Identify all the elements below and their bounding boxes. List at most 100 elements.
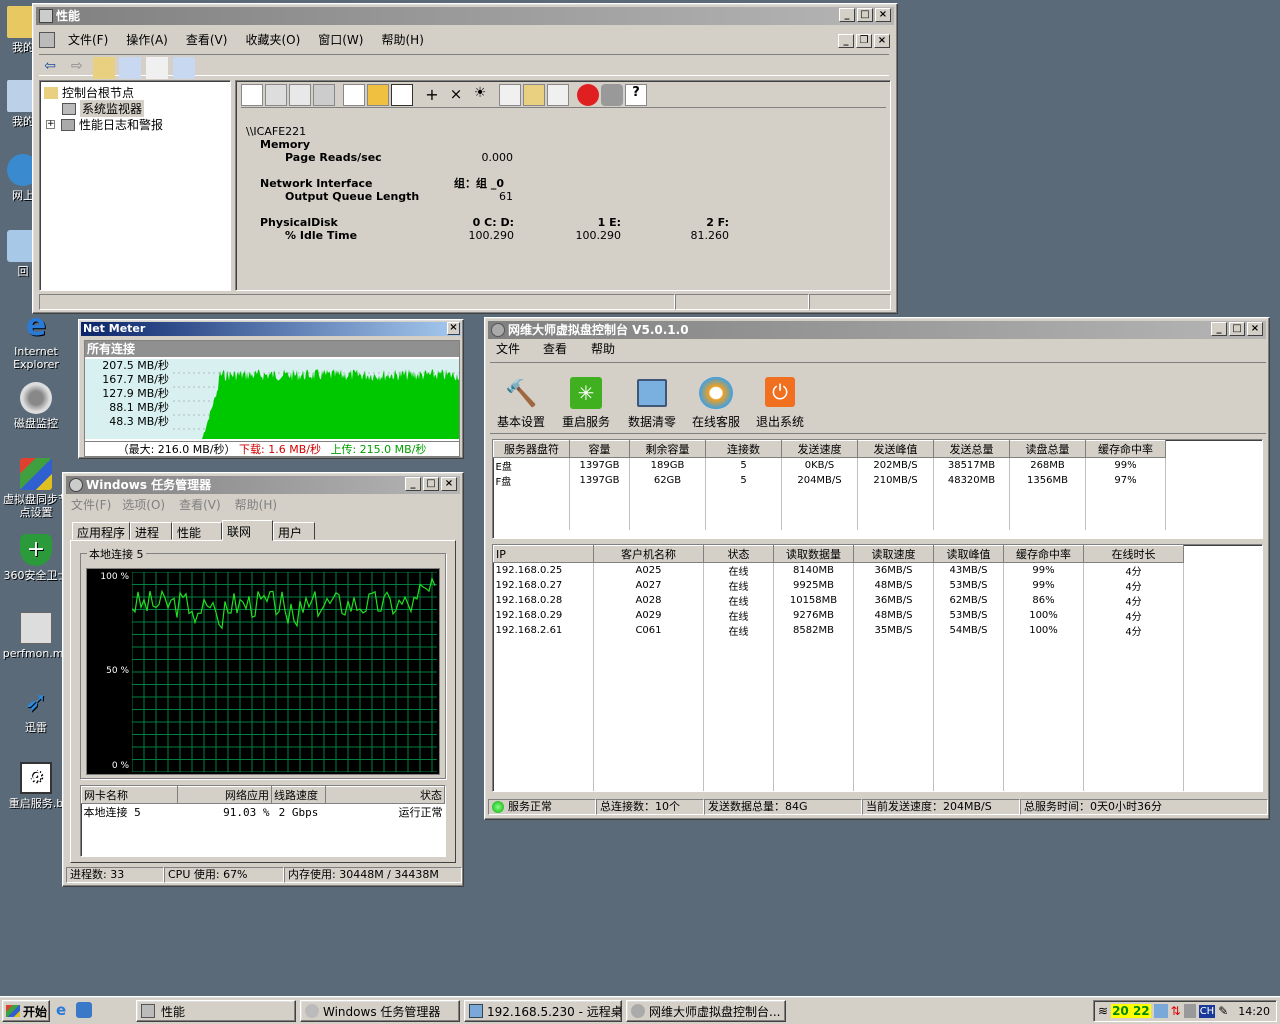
up-folder-icon[interactable]	[92, 57, 115, 79]
show-tree-icon[interactable]	[119, 57, 142, 79]
table-row[interactable]: 192.168.0.28 A028 在线 10158MB 36MB/S 62MB/S 86%…	[493, 593, 1184, 608]
column-header[interactable]: 状态	[325, 786, 445, 804]
column-header[interactable]: IP	[493, 545, 594, 563]
pen-icon[interactable]: ✎	[1218, 1004, 1228, 1018]
menu-help[interactable]: 帮助	[581, 340, 625, 358]
menu-view[interactable]: 查看(V)	[177, 31, 237, 49]
console-icon[interactable]	[173, 57, 196, 79]
histogram-view-icon[interactable]	[367, 84, 389, 106]
column-header[interactable]: 缓存命中率	[1003, 545, 1084, 563]
stop-icon[interactable]	[577, 84, 599, 106]
column-header[interactable]: 连接数	[705, 440, 782, 458]
minimize-button[interactable]: _	[405, 477, 421, 491]
minimize-button[interactable]: _	[839, 8, 855, 22]
properties-icon[interactable]	[547, 84, 569, 106]
column-header[interactable]: 服务器盘符	[493, 440, 570, 458]
child-minimize-button[interactable]: _	[838, 34, 854, 48]
column-header[interactable]: 读盘总量	[1009, 440, 1086, 458]
taskbar-item-rdp[interactable]: 192.168.5.230 - 远程桌面	[464, 1000, 622, 1022]
table-row[interactable]: 192.168.0.25 A025 在线 8140MB 36MB/S 43MB/S 99% 4…	[493, 562, 1184, 578]
adapter-row[interactable]: 本地连接 5 91.03 % 2 Gbps 运行正常	[82, 804, 445, 821]
column-header[interactable]: 线路速度	[271, 786, 326, 804]
menu-options[interactable]: 选项(O)	[115, 496, 172, 514]
tool-exit[interactable]: ⏻ 退出系统	[748, 377, 812, 433]
minimize-button[interactable]: _	[1211, 322, 1227, 336]
tree-root[interactable]: 控制台根节点	[44, 84, 134, 101]
table-row[interactable]: F盘 1397GB 62GB 5 204MB/S 210MB/S 48320MB 1356MB…	[493, 473, 1166, 488]
network-tray-icon[interactable]	[1153, 1004, 1168, 1018]
new-counter-set-icon[interactable]	[241, 84, 263, 106]
arrows-icon[interactable]: ⇅	[1171, 1004, 1181, 1018]
column-header[interactable]: 读取数据量	[773, 545, 854, 563]
table-row[interactable]: 192.168.2.61 C061 在线 8582MB 35MB/S 54MB/S 100%…	[493, 623, 1184, 638]
ie-icon[interactable]: e	[56, 1002, 72, 1018]
desktop-icon-perfmon[interactable]: perfmon.ms	[1, 612, 71, 660]
column-header[interactable]: 读取速度	[853, 545, 934, 563]
table-row[interactable]: 192.168.0.29 A029 在线 9276MB 48MB/S 53MB/S 100%…	[493, 608, 1184, 623]
desktop-icon-ie[interactable]: e Internet Explorer	[1, 310, 71, 372]
forward-icon[interactable]: ⇨	[66, 57, 88, 79]
delete-icon[interactable]: ×	[445, 84, 467, 106]
desktop-icon-360[interactable]: + 360安全卫士	[1, 534, 71, 582]
close-button[interactable]: ×	[1247, 322, 1263, 336]
tree-item-logs[interactable]: + 性能日志和警报	[46, 116, 163, 133]
tab-applications[interactable]: 应用程序	[72, 522, 131, 540]
menu-window[interactable]: 窗口(W)	[309, 31, 372, 49]
graph-view-icon[interactable]	[343, 84, 365, 106]
clock[interactable]: 14:20	[1238, 1005, 1276, 1018]
column-header[interactable]: 发送速度	[781, 440, 858, 458]
table-row[interactable]: E盘 1397GB 189GB 5 0KB/S 202MB/S 38517MB 268MB 99…	[493, 457, 1166, 473]
menu-help[interactable]: 帮助(H)	[228, 496, 284, 514]
taskmgr-titlebar[interactable]: Windows 任务管理器 _ □ ×	[66, 476, 460, 494]
current-activity-icon[interactable]	[289, 84, 311, 106]
column-header[interactable]: 剩余容量	[629, 440, 706, 458]
column-header[interactable]: 缓存命中率	[1085, 440, 1166, 458]
menu-help[interactable]: 帮助(H)	[372, 31, 432, 49]
column-header[interactable]: 网卡名称	[81, 786, 178, 804]
tab-performance[interactable]: 性能	[172, 522, 223, 540]
desktop-icon-restart-bat[interactable]: ⚙ 重启服务.b	[1, 762, 71, 810]
column-header[interactable]: 发送峰值	[857, 440, 934, 458]
tool-restart-service[interactable]: ✳ 重启服务	[552, 377, 620, 433]
taskbar-item-taskmgr[interactable]: Windows 任务管理器	[300, 1000, 460, 1022]
highlight-icon[interactable]: ☀	[469, 84, 491, 106]
speaker-icon[interactable]	[1183, 1004, 1196, 1018]
wifi-icon[interactable]: ≋	[1098, 1004, 1108, 1018]
menu-view[interactable]: 查看	[529, 340, 581, 358]
column-header[interactable]: 客户机名称	[593, 545, 704, 563]
back-icon[interactable]: ⇦	[39, 57, 61, 79]
help-icon[interactable]: ?	[625, 84, 647, 106]
menu-view[interactable]: 查看(V)	[172, 496, 228, 514]
log-data-icon[interactable]	[313, 84, 335, 106]
column-header[interactable]: 状态	[703, 545, 774, 563]
menu-favorites[interactable]: 收藏夹(O)	[236, 31, 309, 49]
add-icon[interactable]: +	[421, 84, 443, 106]
perf-titlebar[interactable]: 性能 _ □ ×	[36, 7, 894, 25]
column-header[interactable]: 读取峰值	[933, 545, 1004, 563]
column-header[interactable]: 在线时长	[1083, 545, 1184, 563]
menu-file[interactable]: 文件(F)	[67, 496, 115, 514]
close-button[interactable]: ×	[875, 8, 891, 22]
netmeter-titlebar[interactable]: Net Meter ×	[81, 322, 461, 336]
lang-indicator[interactable]: CH	[1198, 1004, 1216, 1018]
report-view-icon[interactable]	[391, 84, 413, 106]
tab-users[interactable]: 用户	[273, 522, 316, 540]
tab-networking[interactable]: 联网	[222, 520, 274, 541]
tree-item-monitor[interactable]: 系统监视器	[62, 100, 145, 117]
menu-action[interactable]: 操作(A)	[117, 31, 177, 49]
copy-icon[interactable]	[499, 84, 521, 106]
child-close-button[interactable]: ×	[874, 34, 890, 48]
tool-online-support[interactable]: 在线客服	[684, 377, 748, 433]
column-header[interactable]: 容量	[569, 440, 630, 458]
close-button[interactable]: ×	[447, 322, 460, 335]
table-row[interactable]: 192.168.0.27 A027 在线 9925MB 48MB/S 53MB/S 99% 4…	[493, 578, 1184, 593]
menu-file[interactable]: 文件(F)	[59, 31, 117, 49]
taskbar-item-perf[interactable]: 性能	[136, 1000, 296, 1022]
desktop-icon-diskmon[interactable]: 磁盘监控	[1, 382, 71, 430]
column-header[interactable]: 网络应用	[177, 786, 272, 804]
child-restore-button[interactable]: ❐	[856, 34, 872, 48]
maximize-button[interactable]: □	[423, 477, 439, 491]
vdisk-titlebar[interactable]: 网维大师虚拟盘控制台 V5.0.1.0 _ □ ×	[488, 321, 1266, 339]
desktop-icon-xunlei[interactable]: ➶ 迅雷	[1, 686, 71, 735]
show-desktop-icon[interactable]	[76, 1002, 92, 1018]
